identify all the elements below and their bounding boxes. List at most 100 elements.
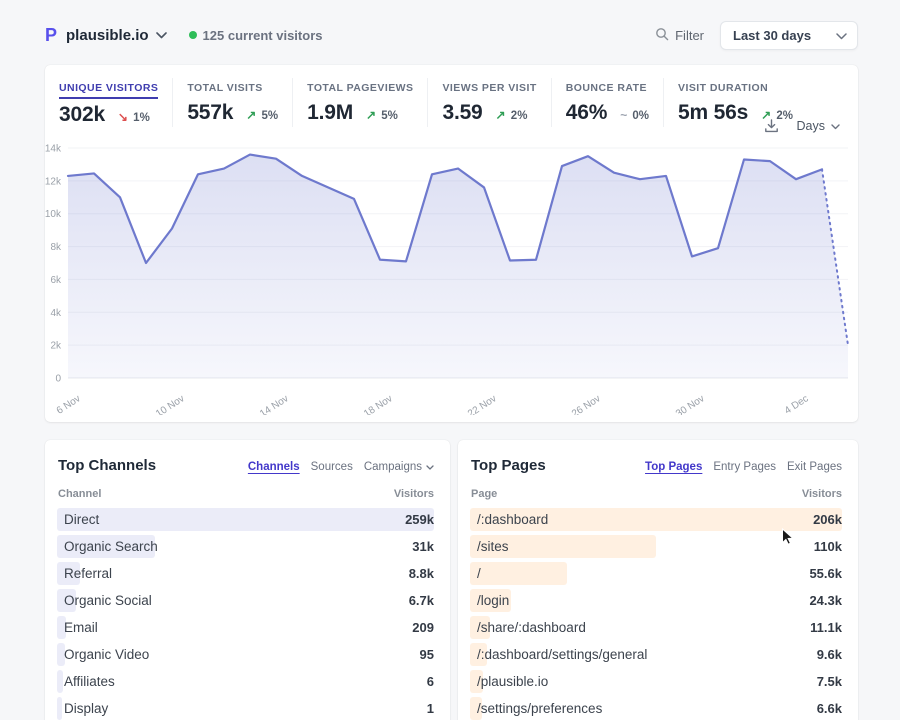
tab-entry-pages[interactable]: Entry Pages bbox=[713, 461, 776, 473]
tab-label: Top Pages bbox=[645, 461, 702, 473]
stat-label: TOTAL VISITS bbox=[187, 82, 262, 97]
x-axis-tick: 4 Dec bbox=[783, 393, 811, 415]
tab-channels[interactable]: Channels bbox=[248, 461, 300, 473]
row-label: Affiliates bbox=[64, 674, 115, 689]
stat-value: 46% bbox=[566, 101, 607, 125]
tab-top-pages[interactable]: Top Pages bbox=[645, 461, 702, 473]
filter-label: Filter bbox=[675, 28, 704, 43]
row-value: 7.5k bbox=[817, 674, 842, 689]
page-row[interactable]: /settings/preferences6.6k bbox=[470, 695, 842, 720]
filter-button[interactable]: Filter bbox=[655, 27, 704, 44]
chart-canvas: 02k4k6k8k10k12k14k6 Nov10 Nov14 Nov18 No… bbox=[45, 141, 858, 415]
tab-sources[interactable]: Sources bbox=[311, 461, 353, 473]
visitors-area-chart: 02k4k6k8k10k12k14k6 Nov10 Nov14 Nov18 No… bbox=[45, 141, 858, 415]
stat-views-per-visit[interactable]: VIEWS PER VISIT 3.59↗ 2% bbox=[442, 78, 551, 127]
stat-label: VIEWS PER VISIT bbox=[442, 82, 536, 97]
interval-select[interactable]: Days bbox=[797, 119, 840, 133]
stat-value-row: 1.9M↗ 5% bbox=[307, 101, 413, 125]
channel-row[interactable]: Referral8.8k bbox=[57, 560, 434, 587]
page-row[interactable]: /sites 110k bbox=[470, 533, 842, 560]
stat-value: 5m 56s bbox=[678, 101, 748, 125]
stat-value: 557k bbox=[187, 101, 233, 125]
row-value: 209 bbox=[412, 620, 434, 635]
row-label: Organic Social bbox=[64, 593, 152, 608]
stat-delta: ↘ 1% bbox=[118, 110, 150, 124]
tab-label: Exit Pages bbox=[787, 461, 842, 473]
chevron-down-icon bbox=[156, 26, 167, 44]
row-value: 206k bbox=[813, 512, 842, 527]
site-switcher[interactable]: P plausible.io bbox=[45, 25, 167, 46]
x-axis-tick: 10 Nov bbox=[154, 393, 187, 415]
up-arrow-icon: ↗ bbox=[366, 108, 376, 122]
y-axis-tick: 8k bbox=[50, 242, 62, 253]
pages-tabs: Top Pages Entry Pages Exit Pages bbox=[645, 461, 842, 473]
y-axis-tick: 14k bbox=[45, 144, 62, 155]
row-value: 259k bbox=[405, 512, 434, 527]
plausible-logo-icon: P bbox=[45, 25, 57, 46]
stat-value-row: 557k↗ 5% bbox=[187, 101, 278, 125]
channel-row[interactable]: Email 209 bbox=[57, 614, 434, 641]
stat-label: BOUNCE RATE bbox=[566, 82, 647, 97]
flat-arrow-icon: ~ bbox=[620, 108, 627, 122]
y-axis-tick: 12k bbox=[45, 176, 62, 187]
column-header: Visitors bbox=[802, 488, 842, 500]
row-label: /share/:dashboard bbox=[477, 620, 586, 635]
stat-bounce-rate[interactable]: BOUNCE RATE 46% ~ 0% bbox=[566, 78, 664, 127]
x-axis-tick: 6 Nov bbox=[55, 393, 83, 415]
search-icon bbox=[655, 27, 669, 44]
stat-delta: ~ 0% bbox=[620, 108, 649, 122]
channel-bar bbox=[57, 508, 434, 531]
page-row[interactable]: /plausible.io 7.5k bbox=[470, 668, 842, 695]
stat-value: 1.9M bbox=[307, 101, 353, 125]
row-label: /:dashboard/settings/general bbox=[477, 647, 647, 662]
row-label: Display bbox=[64, 701, 108, 716]
row-value: 6.7k bbox=[409, 593, 434, 608]
row-value: 110k bbox=[814, 539, 842, 554]
top-pages-panel: Top Pages Top Pages Entry Pages Exit Pages… bbox=[458, 440, 858, 720]
row-label: /sites bbox=[477, 539, 509, 554]
visitors-graph-card: UNIQUE VISITORS302k↘ 1%TOTAL VISITS557k↗… bbox=[45, 65, 858, 422]
x-axis-tick: 22 Nov bbox=[466, 393, 499, 415]
stat-value: 302k bbox=[59, 103, 105, 127]
page-row[interactable]: /login24.3k bbox=[470, 587, 842, 614]
channel-row[interactable]: Display1 bbox=[57, 695, 434, 720]
stat-delta: ↗ 2% bbox=[496, 108, 528, 122]
panel-title: Top Pages bbox=[471, 457, 546, 474]
tab-campaigns[interactable]: Campaigns bbox=[364, 461, 434, 473]
row-value: 55.6k bbox=[809, 566, 842, 581]
row-value: 11.1k bbox=[810, 620, 842, 635]
stat-total-pageviews[interactable]: TOTAL PAGEVIEWS1.9M↗ 5% bbox=[307, 78, 428, 127]
page-row[interactable]: /share/:dashboard 11.1k bbox=[470, 614, 842, 641]
current-visitors[interactable]: 125 current visitors bbox=[189, 28, 323, 43]
date-range-select[interactable]: Last 30 days bbox=[720, 21, 858, 50]
row-label: /settings/preferences bbox=[477, 701, 602, 716]
row-label: Email bbox=[64, 620, 98, 635]
page-row[interactable]: /55.6k bbox=[470, 560, 842, 587]
chevron-down-icon bbox=[831, 119, 840, 133]
chevron-down-icon bbox=[426, 461, 434, 473]
column-header: Channel bbox=[58, 488, 101, 500]
channel-row[interactable]: Organic Social 6.7k bbox=[57, 587, 434, 614]
page-bar bbox=[470, 562, 567, 585]
interval-value: Days bbox=[797, 119, 825, 133]
row-label: /plausible.io bbox=[477, 674, 548, 689]
top-stats-row: UNIQUE VISITORS302k↘ 1%TOTAL VISITS557k↗… bbox=[45, 65, 858, 127]
page-row[interactable]: /:dashboard/settings/general 9.6k bbox=[470, 641, 842, 668]
download-button[interactable] bbox=[764, 119, 779, 133]
chevron-down-icon bbox=[836, 28, 847, 43]
row-value: 9.6k bbox=[817, 647, 842, 662]
page-row[interactable]: /:dashboard206k bbox=[470, 506, 842, 533]
area-fill bbox=[68, 155, 848, 378]
tab-exit-pages[interactable]: Exit Pages bbox=[787, 461, 842, 473]
stat-value-row: 3.59↗ 2% bbox=[442, 101, 536, 125]
channels-tabs: Channels Sources Campaigns bbox=[248, 461, 434, 473]
channel-row[interactable]: Organic Video95 bbox=[57, 641, 434, 668]
x-axis-tick: 26 Nov bbox=[570, 393, 603, 415]
channel-row[interactable]: Affiliates6 bbox=[57, 668, 434, 695]
row-label: Organic Search bbox=[64, 539, 158, 554]
channel-row[interactable]: Organic Search31k bbox=[57, 533, 434, 560]
stat-total-visits[interactable]: TOTAL VISITS 557k↗ 5% bbox=[187, 78, 293, 127]
channel-row[interactable]: Direct259k bbox=[57, 506, 434, 533]
row-value: 95 bbox=[420, 647, 434, 662]
stat-unique-visitors[interactable]: UNIQUE VISITORS302k↘ 1% bbox=[59, 78, 173, 127]
